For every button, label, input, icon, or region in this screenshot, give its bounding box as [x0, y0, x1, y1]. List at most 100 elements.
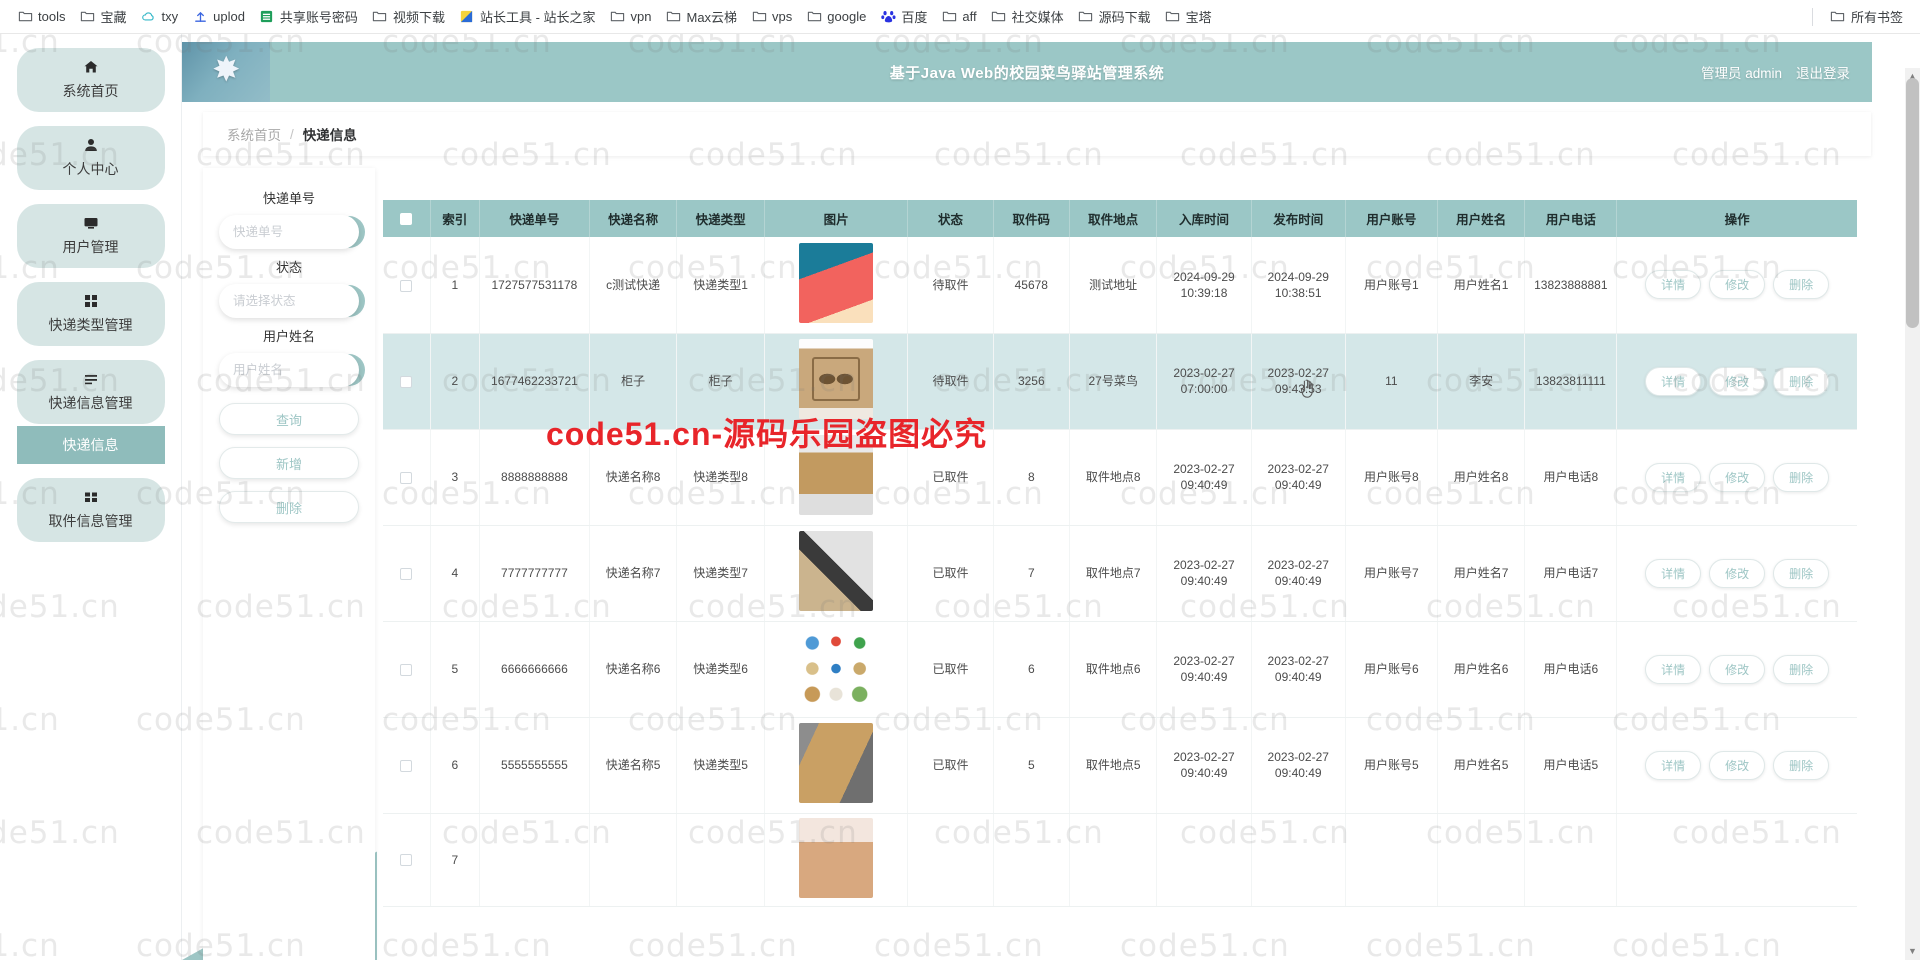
delete-button[interactable]: 删除: [1773, 750, 1830, 780]
table-row[interactable]: 3 8888888888 快递名称8 快递类型8 已取件 8 取件地点8 2023-02-27…: [383, 429, 1857, 526]
bookmark-item[interactable]: aff: [934, 6, 983, 28]
user-area: 管理员 admin 退出登录: [1701, 62, 1850, 82]
bookmark-all-bookmarks[interactable]: 所有书签: [1823, 4, 1910, 29]
row-checkbox[interactable]: [400, 471, 413, 484]
bookmark-item[interactable]: 百度: [873, 4, 934, 29]
add-button[interactable]: 新增: [219, 447, 359, 479]
sidebar-item-express-info-management[interactable]: 快递信息管理: [16, 360, 165, 424]
express-thumbnail[interactable]: [799, 435, 874, 515]
scroll-down-arrow[interactable]: ▼: [1906, 945, 1919, 958]
table-row[interactable]: 6 5555555555 快递名称5 快递类型5 已取件 5 取件地点5 2023-02-27…: [383, 717, 1857, 814]
sheet-icon: [259, 9, 275, 25]
cell-place: 27号菜鸟: [1069, 333, 1158, 430]
row-select-cell[interactable]: [383, 525, 431, 622]
table-row[interactable]: 7: [383, 813, 1857, 907]
edit-button[interactable]: 修改: [1709, 558, 1766, 588]
sidebar-item-user-management[interactable]: 用户管理: [16, 204, 165, 268]
filter-field-tracking-no: [219, 215, 365, 249]
batch-delete-button[interactable]: 删除: [219, 491, 359, 523]
edit-button[interactable]: 修改: [1709, 366, 1766, 396]
sidebar-item-pickup-info-management[interactable]: 取件信息管理: [16, 478, 165, 542]
select-all-checkbox[interactable]: [400, 213, 413, 226]
row-select-cell[interactable]: [383, 429, 431, 526]
express-thumbnail[interactable]: [799, 723, 874, 803]
row-checkbox[interactable]: [400, 663, 413, 676]
table-row[interactable]: 2 1677462233721 柜子 柜子 待取件 3256 27号菜鸟 2023-02-27…: [383, 333, 1857, 430]
row-select-cell[interactable]: [383, 333, 431, 430]
tracking-no-input[interactable]: [219, 215, 359, 249]
bookmark-all-bookmarks-label: 所有书签: [1850, 10, 1903, 25]
delete-button[interactable]: 删除: [1773, 654, 1830, 684]
express-thumbnail[interactable]: [799, 339, 874, 419]
delete-button[interactable]: 删除: [1773, 462, 1830, 492]
row-checkbox[interactable]: [400, 759, 413, 772]
detail-button[interactable]: 详情: [1645, 750, 1702, 780]
current-user-label: 管理员 admin: [1700, 66, 1782, 81]
sidebar-item-profile[interactable]: 个人中心: [16, 126, 165, 190]
delete-button[interactable]: 删除: [1773, 366, 1830, 396]
sidebar-item-home[interactable]: 系统首页: [16, 48, 165, 112]
user-name-input[interactable]: [219, 353, 359, 387]
row-checkbox[interactable]: [400, 279, 413, 292]
row-checkbox[interactable]: [400, 567, 413, 580]
bookmark-item[interactable]: tools: [10, 6, 72, 28]
detail-button[interactable]: 详情: [1645, 558, 1702, 588]
sidebar-item-express-type-management[interactable]: 快递类型管理: [16, 282, 165, 346]
bookmark-item[interactable]: 宝塔: [1158, 4, 1219, 29]
express-thumbnail[interactable]: [799, 817, 874, 898]
edit-button[interactable]: 修改: [1709, 654, 1766, 684]
select-all-header[interactable]: [383, 200, 431, 237]
edit-button[interactable]: 修改: [1709, 270, 1766, 300]
cell-status: 已取件: [907, 429, 994, 526]
bookmark-item[interactable]: Max云梯: [658, 4, 744, 29]
bookmark-item[interactable]: vpn: [603, 6, 659, 28]
delete-button[interactable]: 删除: [1773, 270, 1830, 300]
row-select-cell[interactable]: [383, 621, 431, 718]
bookmark-item[interactable]: 站长工具 - 站长之家: [452, 4, 603, 29]
detail-button[interactable]: 详情: [1645, 654, 1702, 684]
table-row[interactable]: 4 7777777777 快递名称7 快递类型7 已取件 7 取件地点7 2023-02-27…: [383, 525, 1857, 622]
folder-icon: [17, 9, 33, 25]
row-checkbox[interactable]: [400, 854, 413, 867]
query-button[interactable]: 查询: [219, 403, 359, 435]
bookmark-divider: [1811, 7, 1813, 26]
cell-image: [764, 813, 909, 907]
breadcrumb-home[interactable]: 系统首页: [227, 124, 281, 144]
row-select-cell[interactable]: [383, 717, 431, 814]
bookmark-item[interactable]: vps: [744, 6, 799, 28]
bookmark-item[interactable]: 源码下载: [1071, 4, 1158, 29]
sidebar-subitem-express-info[interactable]: 快递信息: [16, 426, 165, 464]
edit-button[interactable]: 修改: [1709, 750, 1766, 780]
express-thumbnail[interactable]: [799, 531, 874, 611]
detail-button[interactable]: 详情: [1645, 366, 1702, 396]
sidebar-item-user-management-label: 用户管理: [62, 239, 119, 255]
bookmark-item[interactable]: 宝藏: [72, 4, 133, 29]
cell-tracking: 7777777777: [479, 525, 590, 622]
detail-button[interactable]: 详情: [1645, 270, 1702, 300]
table-row[interactable]: 5 6666666666 快递名称6 快递类型6 已取件 6 取件地点6 2023-02-27…: [383, 621, 1857, 718]
cell-tracking: 5555555555: [479, 717, 590, 814]
express-thumbnail[interactable]: [799, 627, 874, 707]
logout-button[interactable]: 退出登录: [1796, 62, 1850, 82]
row-select-cell[interactable]: [383, 813, 431, 907]
bookmark-item[interactable]: google: [799, 6, 873, 28]
bookmark-item[interactable]: 视频下载: [365, 4, 452, 29]
detail-button[interactable]: 详情: [1645, 462, 1702, 492]
cell-name: 快递名称5: [589, 717, 678, 814]
express-thumbnail[interactable]: [799, 242, 874, 323]
row-select-cell[interactable]: [383, 237, 431, 334]
page-scrollbar-thumb[interactable]: [1906, 78, 1919, 328]
bookmark-item[interactable]: 共享账号密码: [252, 4, 365, 29]
cell-phone: 用户电话6: [1524, 621, 1618, 718]
bookmark-item[interactable]: txy: [133, 6, 185, 28]
delete-button[interactable]: 删除: [1773, 558, 1830, 588]
stock-time: 09:40:49: [1180, 766, 1228, 780]
cell-name: 快递名称8: [589, 429, 678, 526]
table-row[interactable]: 1 1727577531178 c测试快递 快递类型1 待取件 45678 测试地址 2024…: [383, 237, 1857, 334]
bookmark-item[interactable]: 社交媒体: [984, 4, 1071, 29]
status-select[interactable]: [219, 284, 359, 318]
row-checkbox[interactable]: [400, 375, 413, 388]
edit-button[interactable]: 修改: [1709, 462, 1766, 492]
bookmark-item-label: 宝藏: [100, 10, 127, 25]
bookmark-item[interactable]: uplod: [185, 6, 252, 28]
